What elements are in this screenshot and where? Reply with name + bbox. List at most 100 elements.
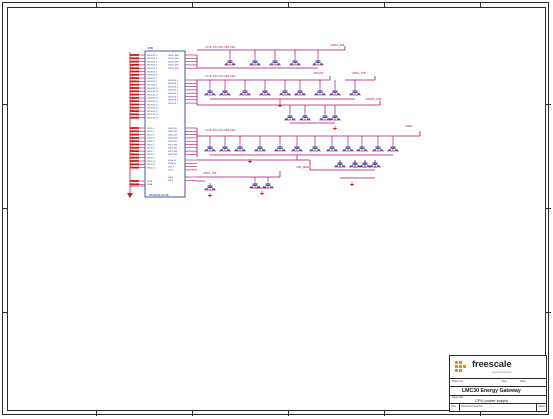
drawn-label: Drawn by: <box>452 380 464 383</box>
ic-pin-label: VDDD_6 <box>147 148 154 150</box>
ground-triangle <box>349 184 355 186</box>
title-block-project-row: LMC30 Energy Gateway <box>450 387 546 396</box>
power-stub <box>130 140 139 143</box>
ic-pin-label: VDDIO33_6 <box>147 75 157 77</box>
ic-pin-label: VDDIO18_6 <box>168 100 178 102</box>
ic-pin-label: VDDIO33_4 <box>147 68 157 70</box>
ic-pin-label: VDDIO18_2 <box>168 86 178 88</box>
ic-pin-label: VDDD_M3 <box>168 134 177 136</box>
rev-label: Rev <box>502 380 507 383</box>
ic-pin-label: VDDIO33_19 <box>147 118 158 120</box>
cap-label-mark <box>307 118 310 120</box>
ic-pin-label: VDDIO33_18 <box>147 114 158 116</box>
capacitor-icon <box>239 88 251 96</box>
cap-label-mark <box>367 165 370 167</box>
power-stub <box>130 64 139 66</box>
capacitor-icon <box>299 113 311 121</box>
project-title: LMC30 Energy Gateway <box>462 388 521 394</box>
bus4-net-label: VDD_MEM <box>296 165 309 169</box>
bus5-net-label: VDDA_1P8 <box>203 171 217 175</box>
cap-label-mark <box>227 93 230 95</box>
ic-pin-label: VDDIO_EMI <box>168 65 179 67</box>
cap-label-mark <box>350 149 353 151</box>
cap-label-mark <box>232 63 235 65</box>
ic-pin-label: VDDD_7 <box>147 151 154 153</box>
schematic-sheet: U5B MCIMX28LCVL2B VDDIO33_0 VDDIO33_1 VDDI… <box>0 0 553 419</box>
ic-pin-label: VDDD_M2 <box>168 131 177 133</box>
cap-label-mark <box>212 93 215 95</box>
ic-pin-label: VDDIO33_0 <box>147 55 157 57</box>
page-title-label: Page title: <box>452 396 464 399</box>
power-stub <box>130 67 139 70</box>
cap-label-mark <box>380 149 383 151</box>
power-stub <box>130 130 139 133</box>
cap-label-mark <box>300 118 303 120</box>
power-stub <box>130 70 139 73</box>
capacitor-icon <box>274 144 286 152</box>
cap-label-mark <box>364 149 367 151</box>
power-stub <box>130 127 139 129</box>
capacitor-icon <box>284 113 296 121</box>
cap-label-mark <box>257 186 260 188</box>
capacitor-icon <box>312 58 324 66</box>
cap-label-mark <box>225 63 228 65</box>
ground-icon <box>259 191 265 195</box>
capacitor-icon <box>234 144 246 152</box>
cap-label-mark <box>250 63 253 65</box>
cap-label-mark <box>395 149 398 151</box>
power-stub <box>130 57 139 60</box>
cap-label-mark <box>267 93 270 95</box>
power-stub <box>130 116 139 119</box>
capacitor-icon <box>254 144 266 152</box>
date-label: Date: <box>520 380 527 383</box>
power-stub <box>130 106 139 109</box>
capacitor-icon <box>309 144 321 152</box>
ic-pin-label: VDDD_12 <box>147 167 156 169</box>
ic-pin-label: VDDIO_EMI <box>168 58 179 60</box>
ic-pin-label: VSSA <box>147 183 153 186</box>
ic-pin-label: VDDD_3 <box>147 138 154 140</box>
cap-label-mark <box>299 149 302 151</box>
ground-triangle <box>247 161 253 163</box>
power-stub <box>130 113 139 116</box>
capacitor-icon <box>204 88 216 96</box>
bus1-text: 0.1UF 16V 10% X5R 0402 <box>205 45 236 49</box>
capacitor-icon <box>326 144 338 152</box>
power-stub <box>130 60 139 63</box>
ic-pin-label: VDDIO18_0 <box>168 80 178 82</box>
cap-label-mark <box>212 188 215 190</box>
cap-label-mark <box>310 149 313 151</box>
power-stub <box>130 93 139 96</box>
tb-divider <box>536 404 537 412</box>
power-stub <box>130 103 139 106</box>
cap-label-mark <box>357 165 360 167</box>
bus2-text: 0.1UF 16V 10% X5R 0402 <box>205 74 236 78</box>
cap-label-mark <box>257 63 260 65</box>
sheet-label: Sheet <box>538 405 545 408</box>
capacitor-icon <box>269 58 281 66</box>
power-stub <box>130 153 139 156</box>
cap-label-mark <box>342 165 345 167</box>
power-stub <box>130 146 139 149</box>
capacitor-icon <box>289 58 301 66</box>
ic-pin-label: VDDIO33_1 <box>147 58 157 60</box>
capacitor-icon <box>329 88 341 96</box>
freescale-logo-icon <box>455 361 466 372</box>
cap-label-mark <box>317 149 320 151</box>
cap-label-mark <box>292 118 295 120</box>
capacitor-icon <box>279 88 291 96</box>
bus2-net-label-b: VDDA_1P8 <box>352 71 366 75</box>
cap-label-mark <box>275 149 278 151</box>
capacitor-icon <box>349 88 361 96</box>
ground-triangle <box>277 105 283 107</box>
ic-pin-label: VDDD_M9 <box>168 154 177 156</box>
ic-pin-label: VDDD_0 <box>147 128 154 130</box>
bus1-net-label: VDDIO_EMI <box>330 43 345 47</box>
cap-label-mark <box>262 149 265 151</box>
doc-number-label: Document Number <box>461 405 483 408</box>
cap-label-mark <box>263 186 266 188</box>
capacitor-icon <box>259 88 271 96</box>
power-stub <box>130 150 139 152</box>
ic-pin-label: VDDIO18_3 <box>168 90 178 92</box>
power-stub <box>130 87 139 89</box>
